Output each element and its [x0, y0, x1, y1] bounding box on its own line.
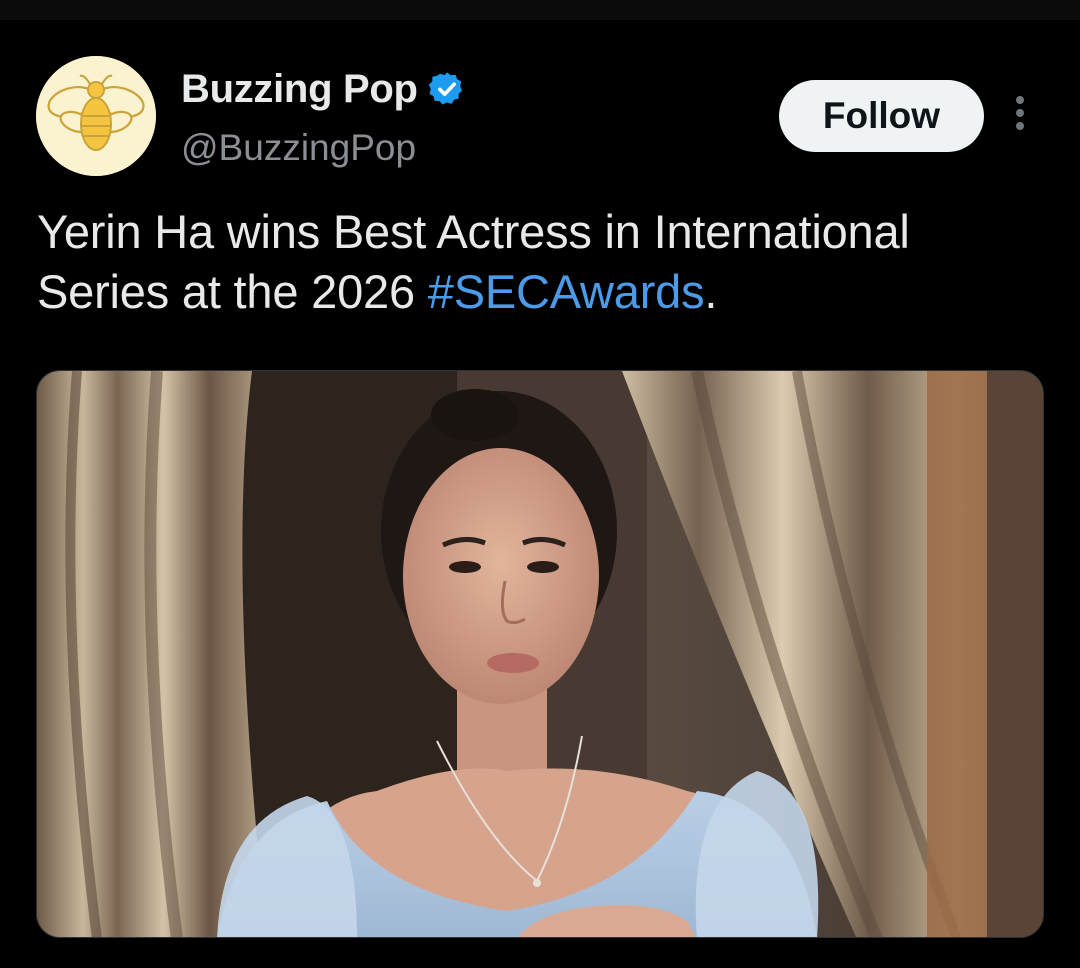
author-name-row: Buzzing Pop [181, 64, 466, 114]
author-display-name[interactable]: Buzzing Pop [181, 67, 418, 112]
more-vertical-icon[interactable] [1008, 96, 1032, 136]
author-handle[interactable]: @BuzzingPop [181, 127, 416, 169]
follow-button[interactable]: Follow [779, 80, 984, 152]
tweet-text: Yerin Ha wins Best Actress in Internatio… [37, 202, 1047, 322]
tweet-text-end: . [704, 265, 718, 318]
more-dot [1016, 122, 1024, 130]
hashtag-link[interactable]: #SECAwards [428, 265, 705, 318]
tweet-card: Buzzing Pop @BuzzingPop Follow Yerin Ha … [0, 0, 1080, 968]
photo-illustration [37, 371, 1043, 937]
verified-badge-icon[interactable] [428, 70, 466, 108]
author-avatar[interactable] [36, 56, 156, 176]
more-dot [1016, 109, 1024, 117]
top-divider [0, 0, 1080, 20]
bee-icon [36, 56, 156, 176]
more-dot [1016, 96, 1024, 104]
tweet-media-image[interactable] [36, 370, 1044, 938]
